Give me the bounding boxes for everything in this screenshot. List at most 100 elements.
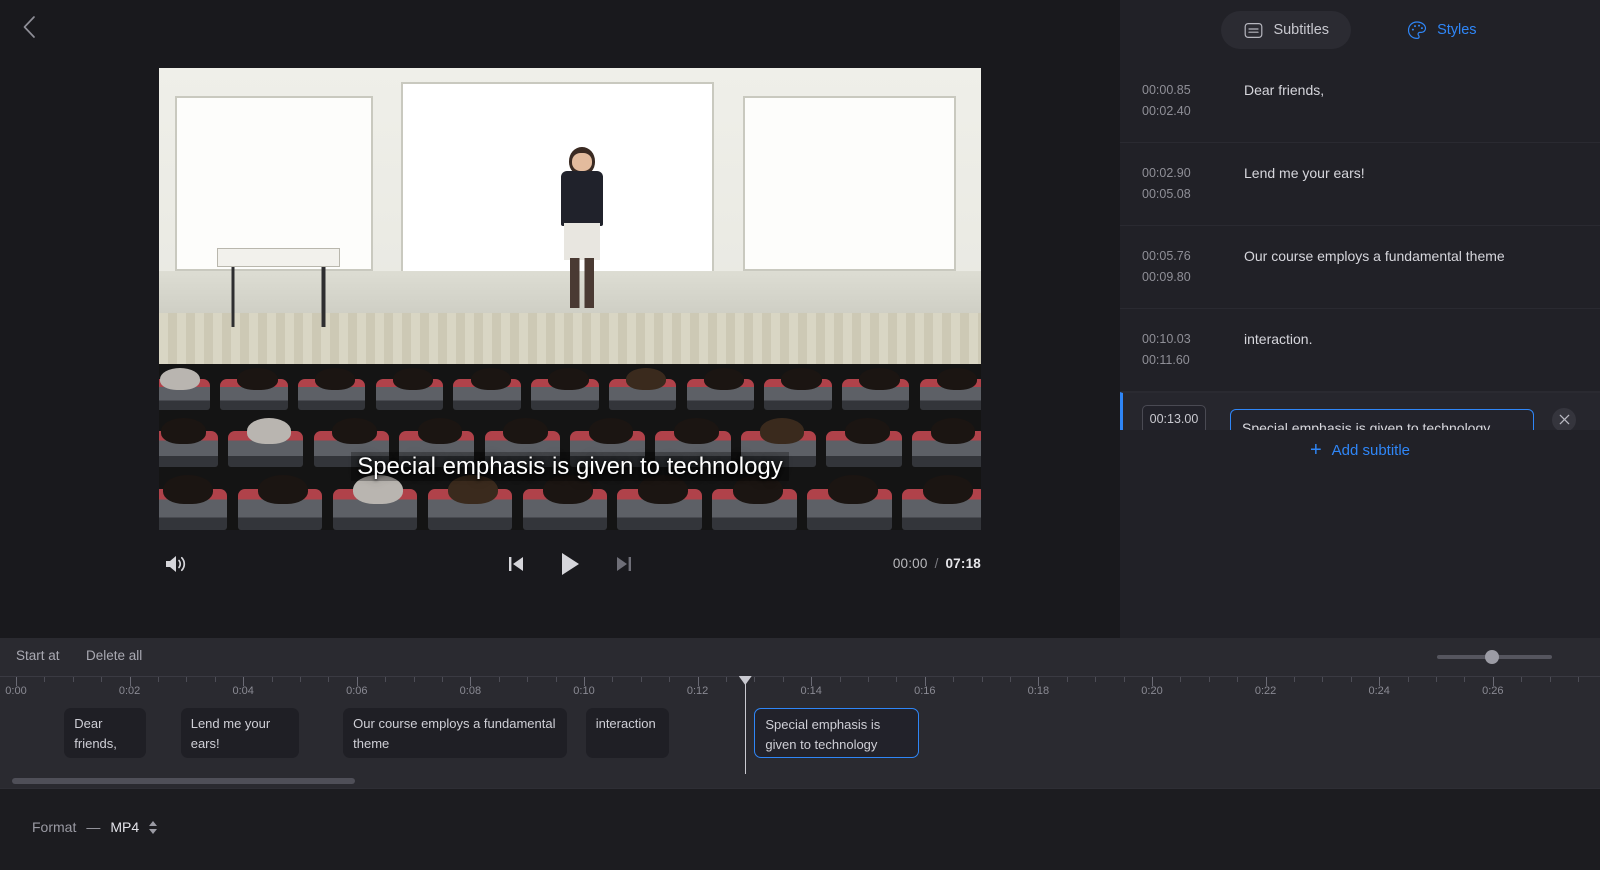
play-button[interactable] [553, 550, 587, 582]
subtitle-row[interactable]: 00:05.76 00:09.80 Our course employs a f… [1120, 226, 1600, 309]
subtitle-end-time: 00:05.08 [1142, 187, 1191, 201]
format-selector[interactable]: Format — MP4 [32, 819, 158, 835]
timeline-clip[interactable]: Dear friends, [64, 708, 147, 758]
skip-previous-icon [506, 554, 526, 579]
subtitle-row-times: 00:13.00 00:16.00 [1142, 405, 1212, 430]
bottom-bar: Format — MP4 Download .SRT Export [0, 788, 1600, 870]
chevron-updown-icon[interactable] [149, 820, 158, 834]
ruler-tick [101, 677, 103, 682]
ruler-tick [1350, 677, 1352, 682]
ruler-tick [1066, 677, 1068, 682]
ruler-tick [640, 677, 642, 682]
ruler-tick [413, 677, 415, 682]
panel-tabs: Subtitles Styles [1120, 0, 1600, 60]
timeline-playhead[interactable] [738, 676, 752, 774]
ruler-tick [1123, 677, 1125, 682]
subtitle-row-text[interactable]: Dear friends, [1220, 80, 1584, 100]
subtitle-row-text[interactable]: Our course employs a fundamental theme [1220, 246, 1584, 266]
tab-styles[interactable]: Styles [1385, 11, 1499, 49]
format-value[interactable]: MP4 [110, 819, 139, 835]
play-icon [558, 551, 582, 582]
subtitle-row-text[interactable]: Lend me your ears! [1220, 163, 1584, 183]
ruler-tick [1010, 677, 1011, 682]
timeline-clip[interactable]: Our course employs a fundamental theme [343, 708, 567, 758]
ruler-tick [1237, 677, 1239, 682]
ruler-tick [1464, 677, 1466, 682]
ruler-tick [896, 677, 898, 682]
ruler-tick [300, 677, 301, 682]
ruler-tick [186, 677, 188, 682]
ruler-label: 0:10 [573, 685, 595, 697]
ruler-tick [1294, 677, 1295, 682]
duration: 07:18 [945, 556, 981, 571]
skip-next-icon [614, 554, 634, 579]
timeline-clip[interactable]: Lend me your ears! [180, 708, 299, 758]
previous-button[interactable] [499, 550, 533, 582]
ruler-tick [1095, 677, 1097, 682]
subtitle-end-time: 00:09.80 [1142, 270, 1191, 284]
ruler-label: 0:16 [914, 685, 936, 697]
timeline-clips[interactable]: Dear friends, Lend me your ears! Our cours… [0, 700, 1600, 762]
timeline-scrollbar-thumb[interactable] [12, 778, 355, 784]
ruler-label: 0:12 [686, 685, 709, 697]
tab-subtitles-label: Subtitles [1273, 22, 1330, 38]
time-readout: 00:00 / 07:18 [893, 556, 981, 571]
close-icon[interactable] [1552, 407, 1576, 430]
ruler-tick [527, 677, 529, 682]
subtitle-start-time-input[interactable]: 00:13.00 [1142, 405, 1206, 430]
start-at-button[interactable]: Start at [16, 648, 60, 663]
ruler-tick [1521, 677, 1523, 682]
subtitle-row[interactable]: 00:00.85 00:02.40 Dear friends, [1120, 60, 1600, 143]
timeline-scrollbar[interactable] [0, 774, 1600, 788]
ruler-tick [442, 677, 443, 682]
tab-styles-label: Styles [1437, 22, 1477, 38]
back-button[interactable] [10, 8, 48, 46]
ruler-label: 0:20 [1141, 685, 1163, 697]
video-preview[interactable]: Special emphasis is given to technology [159, 68, 981, 530]
subtitle-text-input[interactable] [1230, 408, 1534, 430]
format-dash: — [86, 819, 101, 835]
timeline-clip-selected[interactable]: Special emphasis is given to technology [754, 708, 919, 758]
subtitle-list[interactable]: 00:00.85 00:02.40 Dear friends, 00:02.90… [1120, 60, 1600, 430]
subtitle-row[interactable]: 00:10.03 00:11.60 interaction. [1120, 309, 1600, 392]
ruler-label: 0:26 [1482, 685, 1504, 697]
ruler-tick [158, 677, 159, 682]
subtitle-row-text[interactable]: interaction. [1220, 329, 1584, 349]
timeline-zoom-thumb[interactable] [1485, 650, 1500, 664]
timeline-clip[interactable]: interaction [585, 708, 669, 758]
ruler-label: 0:24 [1368, 685, 1390, 697]
format-label: Format [32, 819, 77, 835]
delete-all-button[interactable]: Delete all [86, 648, 142, 663]
timeline-toolbar: Start at Delete all [0, 638, 1600, 676]
subtitle-row-times: 00:02.90 00:05.08 [1142, 163, 1220, 205]
subtitle-side-panel: Subtitles Styles 00:00.85 00:02.40 Dear … [1120, 0, 1600, 638]
tab-subtitles[interactable]: Subtitles [1221, 11, 1352, 49]
audience-row [159, 473, 981, 530]
ruler-label: 0:14 [800, 685, 822, 697]
ruler-tick [953, 677, 955, 682]
ruler-label: 0:06 [346, 685, 368, 697]
palette-icon [1407, 20, 1427, 40]
ruler-tick [498, 677, 500, 682]
subtitle-row[interactable]: 00:02.90 00:05.08 Lend me your ears! [1120, 143, 1600, 226]
ruler-tick [754, 677, 756, 682]
timeline: Start at Delete all 0:00 0:02 0:04 0:06 0:08… [0, 638, 1600, 788]
ruler-tick [1578, 677, 1579, 682]
ruler-tick [328, 677, 330, 682]
timeline-zoom-slider[interactable] [1437, 650, 1552, 664]
add-subtitle-button[interactable]: + Add subtitle [1120, 440, 1600, 460]
ruler-tick [1407, 677, 1409, 682]
subtitle-end-time: 00:02.40 [1142, 104, 1191, 118]
app-root: Special emphasis is given to technology [0, 0, 1600, 870]
ruler-tick [214, 677, 216, 682]
next-button[interactable] [607, 550, 641, 582]
ruler-tick [726, 677, 727, 682]
add-subtitle-label: Add subtitle [1331, 441, 1411, 459]
subtitle-start-time: 00:05.76 [1142, 249, 1191, 263]
timeline-ruler[interactable]: 0:00 0:02 0:04 0:06 0:08 0:10 0:12 0:14 0:16 0:18… [0, 676, 1600, 700]
ruler-tick [1549, 677, 1551, 682]
time-separator: / [934, 556, 939, 571]
ruler-tick [612, 677, 614, 682]
subtitle-row-selected[interactable]: 00:13.00 00:16.00 [1120, 392, 1600, 430]
transport-controls [159, 550, 981, 582]
